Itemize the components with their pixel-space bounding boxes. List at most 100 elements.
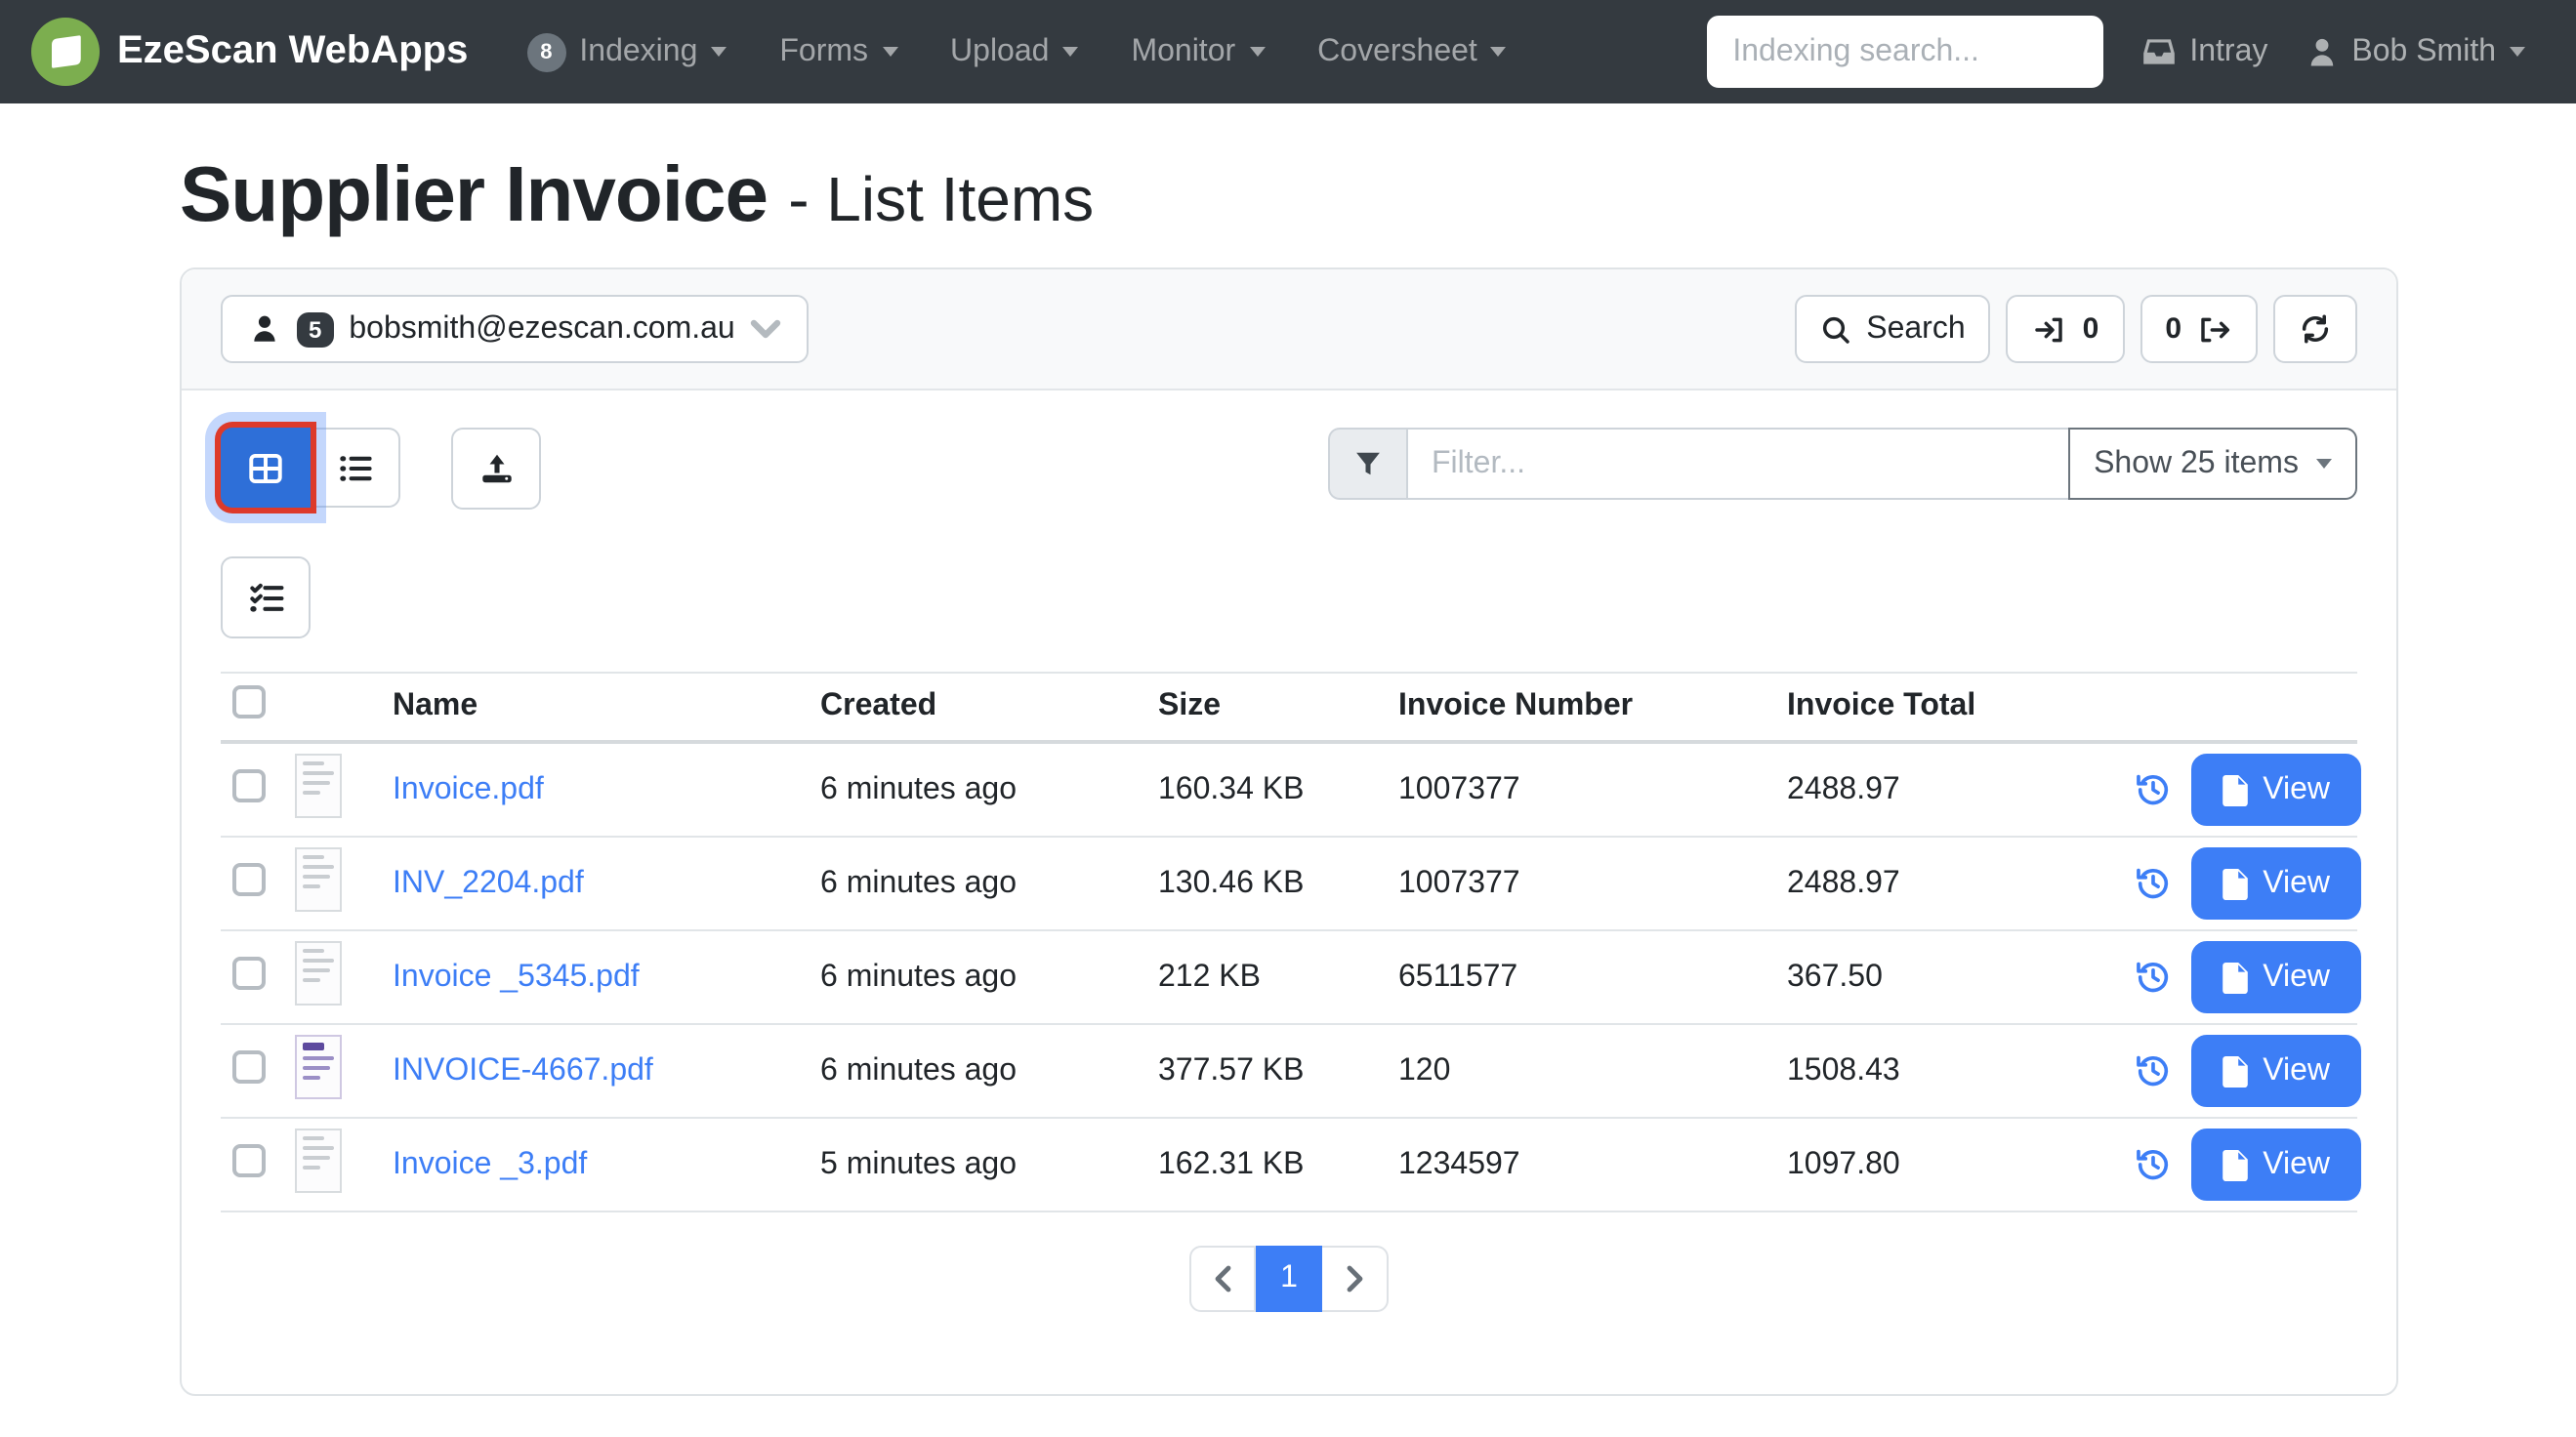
- view-toggle-group: [221, 428, 400, 508]
- nav-menu-forms[interactable]: Forms: [779, 34, 897, 69]
- invoice-total-cell: 1097.80: [1787, 1147, 2119, 1182]
- table-body: Invoice.pdf 6 minutes ago 160.34 KB 1007…: [221, 744, 2357, 1212]
- brand-title[interactable]: EzeScan WebApps: [117, 29, 468, 74]
- header-name[interactable]: Name: [393, 689, 820, 724]
- nav-menu-monitor[interactable]: Monitor: [1131, 34, 1265, 69]
- page-subtitle: - List Items: [788, 164, 1094, 234]
- list-view-icon: [337, 452, 372, 483]
- search-button[interactable]: Search: [1794, 295, 1990, 363]
- sign-out-icon: [2197, 313, 2232, 345]
- size-cell: 212 KB: [1158, 960, 1398, 995]
- chevron-down-icon: [751, 316, 782, 342]
- size-cell: 160.34 KB: [1158, 772, 1398, 807]
- nav-menu-upload[interactable]: Upload: [950, 34, 1078, 69]
- refresh-button[interactable]: [2273, 295, 2357, 363]
- intray-link[interactable]: Intray: [2140, 33, 2267, 70]
- file-thumbnail[interactable]: [295, 940, 342, 1005]
- indexing-search-input[interactable]: [1707, 16, 2103, 88]
- file-thumbnail[interactable]: [295, 1034, 342, 1098]
- table-row: Invoice _5345.pdf 6 minutes ago 212 KB 6…: [221, 931, 2357, 1025]
- upload-button[interactable]: [451, 428, 541, 510]
- created-cell: 6 minutes ago: [820, 866, 1158, 901]
- chevron-left-icon: [1213, 1265, 1232, 1293]
- filter-input[interactable]: [1406, 428, 2070, 500]
- view-button[interactable]: View: [2190, 1035, 2361, 1107]
- row-checkbox[interactable]: [232, 1049, 266, 1083]
- person-icon: [2305, 34, 2340, 69]
- user-queue-select[interactable]: 5 bobsmith@ezescan.com.au: [221, 295, 810, 363]
- size-cell: 162.31 KB: [1158, 1147, 1398, 1182]
- items-table: Name Created Size Invoice Number Invoice…: [221, 672, 2357, 1212]
- invoice-total-cell: 2488.97: [1787, 772, 2119, 807]
- header-size[interactable]: Size: [1158, 689, 1398, 724]
- view-button[interactable]: View: [2190, 941, 2361, 1013]
- file-name-link[interactable]: INV_2204.pdf: [393, 866, 584, 899]
- file-icon: [2222, 1149, 2247, 1180]
- select-all-checkbox[interactable]: [232, 685, 266, 718]
- file-icon: [2222, 868, 2247, 899]
- row-checkbox[interactable]: [232, 1143, 266, 1176]
- created-cell: 6 minutes ago: [820, 772, 1158, 807]
- nav-menu-indexing[interactable]: 8 Indexing: [526, 32, 727, 71]
- filter-group: Show 25 items: [1328, 428, 2357, 500]
- main-content: Supplier Invoice - List Items 5 bobsmith…: [0, 103, 2576, 1396]
- header-created[interactable]: Created: [820, 689, 1158, 724]
- list-items-card: 5 bobsmith@ezescan.com.au Search 0 0: [180, 267, 2398, 1396]
- chevron-down-icon: [2510, 47, 2525, 57]
- chevron-right-icon: [1345, 1265, 1364, 1293]
- list-view-button[interactable]: [311, 428, 400, 508]
- table-header-row: Name Created Size Invoice Number Invoice…: [221, 672, 2357, 744]
- invoice-total-cell: 1508.43: [1787, 1053, 2119, 1088]
- row-checkbox[interactable]: [232, 768, 266, 801]
- user-menu[interactable]: Bob Smith: [2305, 34, 2525, 69]
- table-row: Invoice.pdf 6 minutes ago 160.34 KB 1007…: [221, 744, 2357, 838]
- history-icon[interactable]: [2134, 959, 2171, 996]
- file-thumbnail[interactable]: [295, 846, 342, 911]
- history-icon[interactable]: [2134, 771, 2171, 808]
- nav-menu-coversheet[interactable]: Coversheet: [1317, 34, 1507, 69]
- chevron-down-icon: [2316, 459, 2332, 469]
- header-invoice-number[interactable]: Invoice Number: [1398, 689, 1787, 724]
- history-icon[interactable]: [2134, 865, 2171, 902]
- file-icon: [2222, 774, 2247, 805]
- navbar-right: Intray Bob Smith: [1707, 16, 2525, 88]
- history-icon[interactable]: [2134, 1146, 2171, 1183]
- nav-menu: 8 Indexing Forms Upload Monitor Covershe…: [526, 32, 1558, 71]
- created-cell: 6 minutes ago: [820, 960, 1158, 995]
- bulk-actions-button[interactable]: [221, 556, 311, 638]
- row-checkbox[interactable]: [232, 862, 266, 895]
- check-out-button[interactable]: 0: [2140, 295, 2258, 363]
- page-1-button[interactable]: 1: [1256, 1246, 1322, 1312]
- header-actions: Search 0 0: [1794, 295, 2357, 363]
- history-icon[interactable]: [2134, 1052, 2171, 1089]
- view-button[interactable]: View: [2190, 754, 2361, 826]
- check-in-button[interactable]: 0: [2007, 295, 2125, 363]
- file-name-link[interactable]: Invoice _5345.pdf: [393, 960, 640, 993]
- file-name-link[interactable]: INVOICE-4667.pdf: [393, 1053, 653, 1087]
- row-checkbox[interactable]: [232, 956, 266, 989]
- person-icon: [248, 312, 281, 346]
- grid-view-button[interactable]: [221, 428, 311, 508]
- show-items-select[interactable]: Show 25 items: [2068, 428, 2357, 500]
- file-thumbnail[interactable]: [295, 1128, 342, 1192]
- file-name-link[interactable]: Invoice _3.pdf: [393, 1147, 587, 1180]
- view-button[interactable]: View: [2190, 1129, 2361, 1201]
- upload-icon: [478, 451, 515, 486]
- file-thumbnail[interactable]: [295, 753, 342, 817]
- tasks-row: [221, 556, 2357, 638]
- grid-view-icon: [246, 450, 285, 485]
- chevron-down-icon: [882, 47, 897, 57]
- next-page-button[interactable]: [1322, 1246, 1389, 1312]
- page-title: Supplier Invoice - List Items: [180, 150, 2398, 240]
- previous-page-button[interactable]: [1189, 1246, 1256, 1312]
- chevron-down-icon: [1491, 47, 1507, 57]
- page-root: EzeScan WebApps 8 Indexing Forms Upload …: [0, 0, 2576, 1437]
- table-row: INVOICE-4667.pdf 6 minutes ago 377.57 KB…: [221, 1025, 2357, 1119]
- ezescan-logo-icon[interactable]: [31, 18, 100, 86]
- created-cell: 5 minutes ago: [820, 1147, 1158, 1182]
- file-icon: [2222, 1055, 2247, 1087]
- invoice-number-cell: 1007377: [1398, 866, 1787, 901]
- header-invoice-total[interactable]: Invoice Total: [1787, 689, 2119, 724]
- file-name-link[interactable]: Invoice.pdf: [393, 772, 544, 805]
- view-button[interactable]: View: [2190, 847, 2361, 920]
